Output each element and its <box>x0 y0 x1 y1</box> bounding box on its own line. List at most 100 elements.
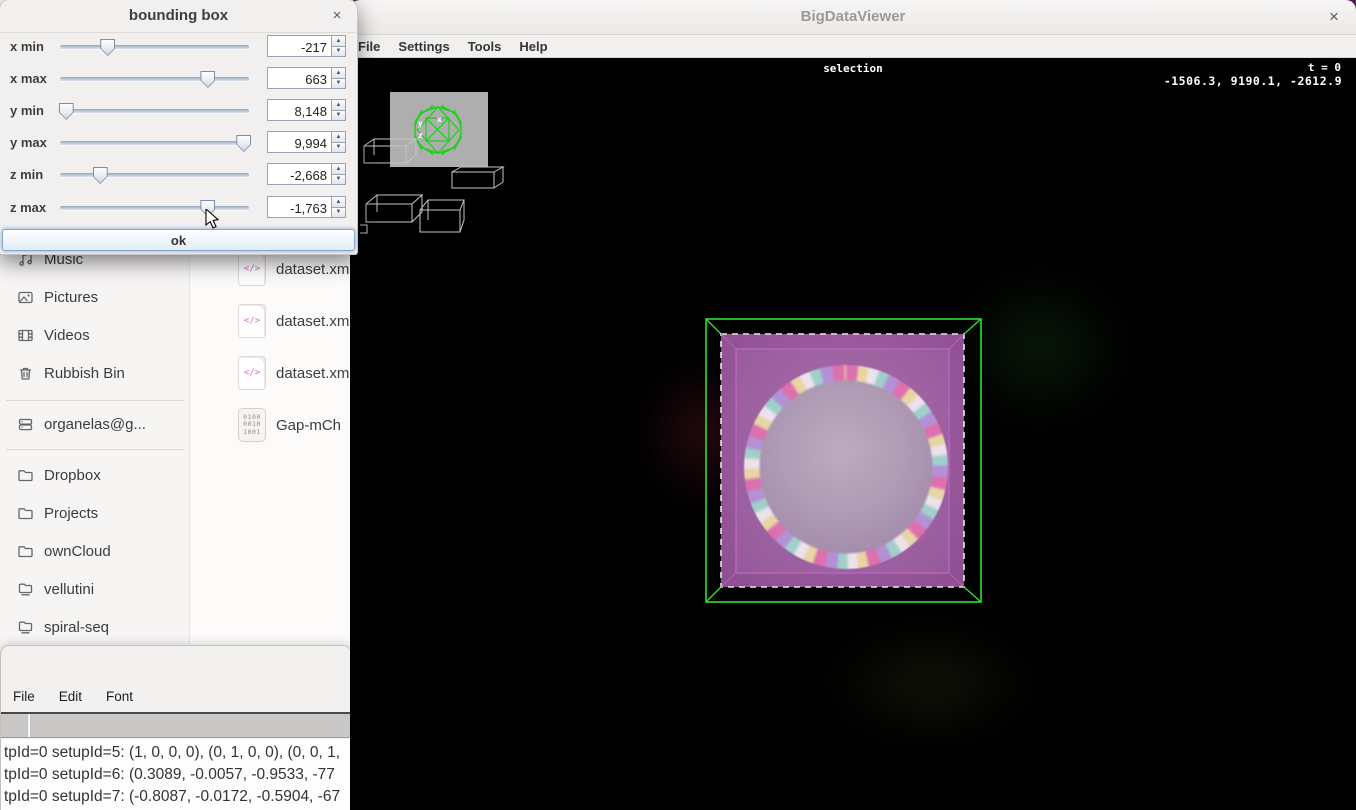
dialog-close-button[interactable]: × <box>326 5 348 27</box>
spinner-up-icon[interactable]: ▲ <box>332 35 346 46</box>
xml-file-icon: </> <box>238 356 266 390</box>
folder-icon <box>16 504 34 522</box>
y-min-spinner: ▲ ▼ <box>332 99 346 121</box>
file-name: Gap-mCh <box>276 417 341 434</box>
log-menu-edit[interactable]: Edit <box>47 689 94 711</box>
log-menu-font[interactable]: Font <box>94 689 145 711</box>
slider-row-y-max: y max ▲ ▼ <box>0 131 357 155</box>
menu-help[interactable]: Help <box>510 39 556 54</box>
x-max-spinner: ▲ ▼ <box>332 67 346 89</box>
y-max-value-field[interactable] <box>267 131 332 153</box>
sidebar-item-projects[interactable]: Projects <box>16 498 98 528</box>
menu-tools[interactable]: Tools <box>459 39 511 54</box>
y-max-slider[interactable] <box>60 141 249 145</box>
bdv-titlebar[interactable]: BigDataViewer × <box>350 0 1356 35</box>
slider-label: x min <box>10 39 44 54</box>
sidebar-item-remote-account[interactable]: organelas@g... <box>16 409 146 439</box>
file-row-dataset-1[interactable]: </> dataset.xml <box>238 252 350 286</box>
folder-icon <box>16 542 34 560</box>
spinner-down-icon[interactable]: ▼ <box>332 142 346 154</box>
trash-icon <box>16 364 34 382</box>
sidebar-item-owncloud[interactable]: ownCloud <box>16 536 111 566</box>
file-name: dataset.xml <box>276 313 350 330</box>
spinner-down-icon[interactable]: ▼ <box>332 174 346 186</box>
x-min-spinner: ▲ ▼ <box>332 35 346 57</box>
spinner-down-icon[interactable]: ▼ <box>332 46 346 58</box>
sidebar-separator <box>6 400 184 401</box>
server-icon <box>16 415 34 433</box>
slider-row-x-min: x min ▲ ▼ <box>0 35 357 59</box>
log-window: File Edit Font tpId=0 setupId=5: (1, 0, … <box>0 645 350 810</box>
bdv-window-title: BigDataViewer <box>350 8 1356 25</box>
file-row-dataset-2[interactable]: </> dataset.xml <box>238 304 350 338</box>
slider-label: y min <box>10 103 44 118</box>
slider-label: z min <box>10 167 43 182</box>
slider-thumb[interactable] <box>236 135 251 152</box>
sidebar-item-spiral-seq[interactable]: spiral-seq <box>16 612 109 642</box>
bdv-close-button[interactable]: × <box>1322 5 1346 29</box>
wireframe-overlay: y x z <box>350 58 1356 810</box>
log-line: tpId=0 setupId=6: (0.3089, -0.0057, -0.9… <box>4 766 335 784</box>
file-name: dataset.xml <box>276 365 350 382</box>
z-max-value-field[interactable] <box>267 196 332 218</box>
slider-thumb[interactable] <box>59 103 74 120</box>
y-min-slider[interactable] <box>60 109 249 113</box>
selection-bounding-box <box>706 319 981 602</box>
y-min-value-field[interactable] <box>267 99 332 121</box>
sidebar-item-pictures[interactable]: Pictures <box>16 282 98 312</box>
axis-y-label: y <box>418 119 423 128</box>
log-line: tpId=0 setupId=7: (-0.8087, -0.0172, -0.… <box>4 788 340 806</box>
x-max-value-field[interactable] <box>267 67 332 89</box>
slider-row-x-max: x max ▲ ▼ <box>0 67 357 91</box>
spinner-up-icon[interactable]: ▲ <box>332 163 346 174</box>
log-line: tpId=0 setupId=5: (1, 0, 0, 0), (0, 1, 0… <box>4 744 340 762</box>
x-min-slider[interactable] <box>60 45 249 49</box>
x-min-value-field[interactable] <box>267 35 332 57</box>
slider-row-z-min: z min ▲ ▼ <box>0 163 357 187</box>
y-max-spinner: ▲ ▼ <box>332 131 346 153</box>
file-row-dataset-3[interactable]: </> dataset.xml <box>238 356 350 390</box>
bigdataviewer-window: y x z selection t = 0 -1506 <box>350 0 1356 810</box>
sidebar-item-videos[interactable]: Videos <box>16 320 90 350</box>
slider-row-y-min: y min ▲ ▼ <box>0 99 357 123</box>
spinner-up-icon[interactable]: ▲ <box>332 67 346 78</box>
sidebar-item-label: Pictures <box>44 289 98 306</box>
z-min-slider[interactable] <box>60 173 249 177</box>
spinner-up-icon[interactable]: ▲ <box>332 131 346 142</box>
sidebar-item-label: Rubbish Bin <box>44 365 125 382</box>
spinner-down-icon[interactable]: ▼ <box>332 78 346 90</box>
log-menu-file[interactable]: File <box>1 689 47 711</box>
bounding-box-dialog: bounding box × x min ▲ ▼ x max ▲ ▼ y min… <box>0 0 357 254</box>
axis-z-label: z <box>418 131 423 140</box>
ok-button[interactable]: ok <box>2 229 355 251</box>
spinner-down-icon[interactable]: ▼ <box>332 207 346 219</box>
dialog-titlebar[interactable]: bounding box × <box>0 0 357 33</box>
bdv-menubar: File Settings Tools Help <box>350 35 1356 58</box>
slider-thumb[interactable] <box>93 167 108 184</box>
log-menubar: File Edit Font <box>1 689 350 711</box>
sidebar-item-label: Projects <box>44 505 98 522</box>
binary-file-icon: 0100 0010 1001 <box>238 408 266 442</box>
shared-folder-icon <box>16 618 34 636</box>
log-scrollbar[interactable] <box>1 712 350 738</box>
slider-label: x max <box>10 71 47 86</box>
menu-settings[interactable]: Settings <box>389 39 458 54</box>
log-scrollbar-thumb[interactable] <box>1 714 30 737</box>
sidebar-item-vellutini[interactable]: vellutini <box>16 574 94 604</box>
x-max-slider[interactable] <box>60 77 249 81</box>
z-min-value-field[interactable] <box>267 163 332 185</box>
sidebar-item-rubbish-bin[interactable]: Rubbish Bin <box>16 358 125 388</box>
mouse-coordinates-label: -1506.3, 9190.1, -2612.9 <box>1164 74 1342 88</box>
file-row-gap-mch[interactable]: 0100 0010 1001 Gap-mCh <box>238 408 350 442</box>
xml-file-icon: </> <box>238 304 266 338</box>
slider-thumb[interactable] <box>200 71 215 88</box>
sidebar-item-label: spiral-seq <box>44 619 109 636</box>
videos-icon <box>16 326 34 344</box>
bdv-canvas[interactable]: y x z selection t = 0 -1506 <box>350 58 1356 810</box>
slider-thumb[interactable] <box>100 39 115 56</box>
log-text-area[interactable]: tpId=0 setupId=5: (1, 0, 0, 0), (0, 1, 0… <box>1 739 350 810</box>
spinner-down-icon[interactable]: ▼ <box>332 110 346 122</box>
sidebar-item-dropbox[interactable]: Dropbox <box>16 460 101 490</box>
spinner-up-icon[interactable]: ▲ <box>332 196 346 207</box>
spinner-up-icon[interactable]: ▲ <box>332 99 346 110</box>
